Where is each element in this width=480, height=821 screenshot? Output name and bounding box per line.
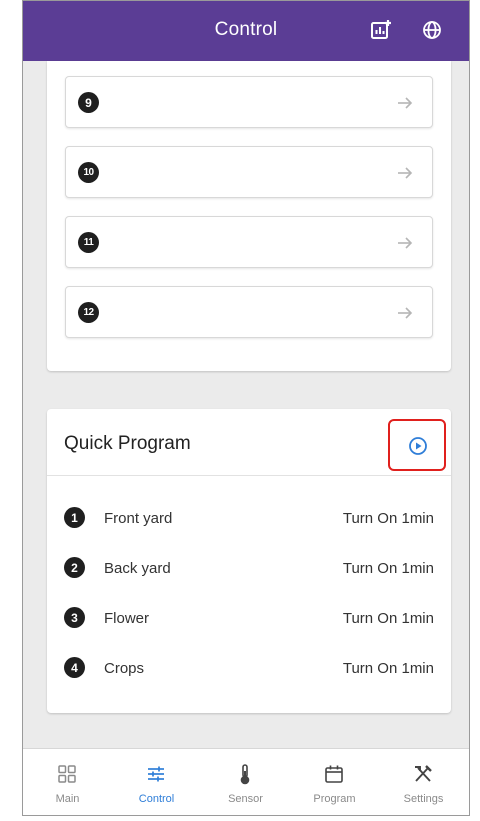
nav-label-control: Control [138, 793, 175, 805]
zone-action: Turn On 1min [342, 560, 434, 577]
zone-name: Front yard [104, 510, 173, 527]
quick-program-item: 1 Front yard Turn On 1min [64, 505, 434, 531]
bottom-nav: Main Control Sensor Program Settings [23, 748, 469, 815]
quick-program-item: 4 Crops Turn On 1min [64, 655, 434, 681]
zone-row[interactable]: 10 [65, 146, 433, 198]
grid-icon [58, 765, 76, 783]
app-header: Control [23, 1, 469, 61]
arrow-right-icon [398, 307, 413, 319]
zone-action: Turn On 1min [342, 660, 434, 677]
tools-icon [415, 765, 432, 782]
nav-item-main[interactable]: Main [23, 749, 112, 815]
zone-number-badge: 10 [78, 162, 99, 183]
quick-program-title: Quick Program [64, 433, 191, 454]
zone-name: Flower [104, 610, 150, 627]
quick-program-run-highlight [388, 419, 446, 471]
quick-program-item: 2 Back yard Turn On 1min [64, 555, 434, 581]
zone-number-badge: 2 [64, 557, 85, 578]
quick-program-card: Quick Program 1 Front yard Turn On 1min … [47, 409, 451, 713]
play-circle-icon[interactable] [408, 436, 428, 456]
zone-list-card: 9 10 11 12 [47, 61, 451, 371]
nav-item-control[interactable]: Control [112, 749, 201, 815]
sliders-icon [148, 766, 164, 782]
nav-item-sensor[interactable]: Sensor [201, 749, 290, 815]
arrow-right-icon [398, 237, 413, 249]
zone-row[interactable]: 9 [65, 76, 433, 128]
calendar-icon [325, 765, 343, 783]
zone-number-badge: 1 [64, 507, 85, 528]
zone-name: Crops [104, 660, 145, 677]
zone-number-badge: 12 [78, 302, 99, 323]
nav-item-program[interactable]: Program [290, 749, 379, 815]
zone-number-badge: 3 [64, 607, 85, 628]
zone-row[interactable]: 12 [65, 286, 433, 338]
page-title: Control [214, 19, 278, 40]
app-frame: Control 9 10 11 12 Quick Program 1 Front… [22, 0, 470, 816]
zone-action: Turn On 1min [342, 610, 434, 627]
zone-action: Turn On 1min [342, 510, 434, 527]
zone-number-badge: 4 [64, 657, 85, 678]
nav-label-program: Program [313, 793, 356, 805]
zone-number-badge: 11 [78, 232, 99, 253]
globe-icon[interactable] [419, 17, 445, 43]
chart-add-icon[interactable] [368, 17, 394, 43]
zone-name: Back yard [104, 560, 171, 577]
thermometer-icon [240, 764, 250, 785]
quick-program-item: 3 Flower Turn On 1min [64, 605, 434, 631]
nav-label-sensor: Sensor [228, 793, 263, 805]
arrow-right-icon [398, 167, 413, 179]
nav-label-settings: Settings [403, 793, 444, 805]
nav-label-main: Main [55, 793, 80, 805]
zone-number-badge: 9 [78, 92, 99, 113]
divider [47, 475, 451, 476]
arrow-right-icon [398, 97, 413, 109]
zone-row[interactable]: 11 [65, 216, 433, 268]
nav-item-settings[interactable]: Settings [379, 749, 468, 815]
